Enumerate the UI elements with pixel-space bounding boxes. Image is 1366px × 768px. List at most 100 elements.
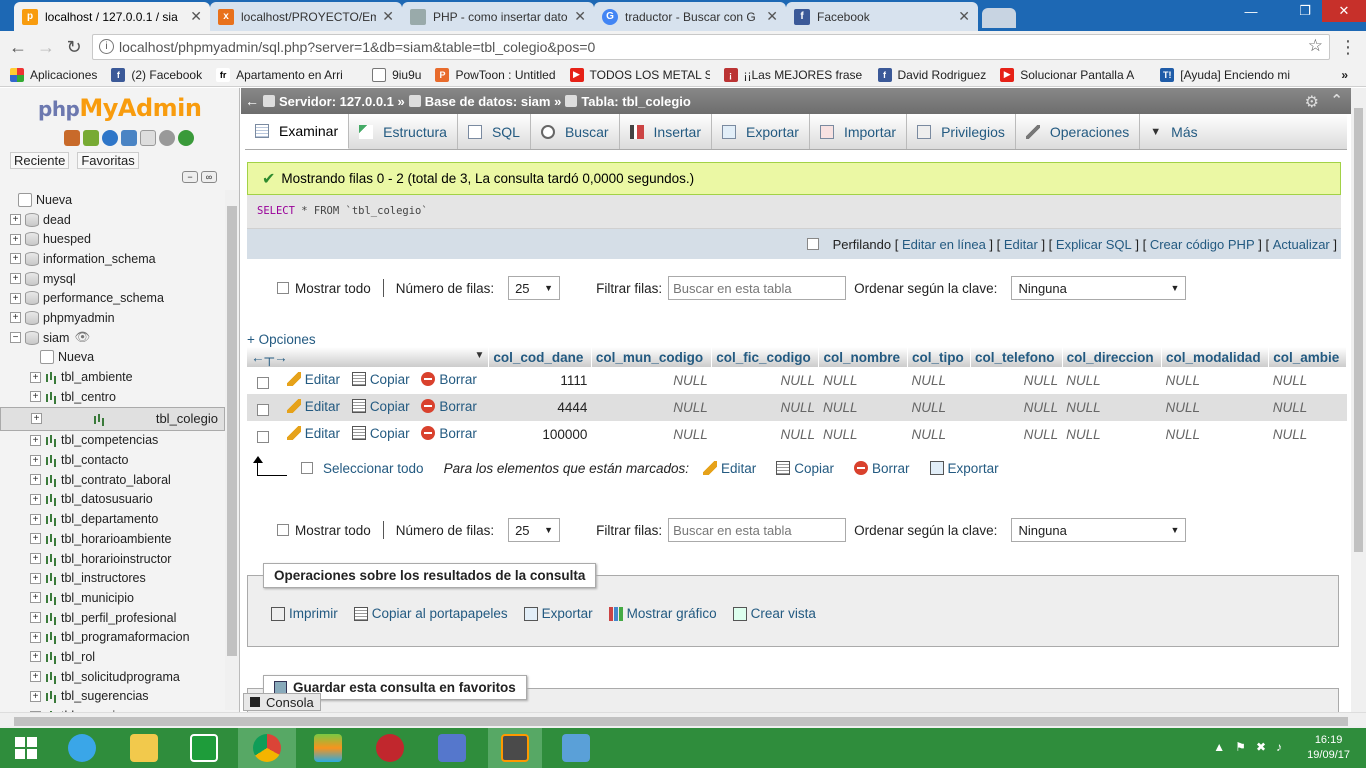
browser-tab-phpmyadmin[interactable]: p localhost / 127.0.0.1 / sia ✕ (14, 2, 210, 31)
logout-icon[interactable] (83, 130, 99, 146)
create-php-link[interactable]: Crear código PHP (1150, 237, 1255, 252)
bookmark-ayuda[interactable]: T! [Ayuda] Enciendo mi (1160, 67, 1300, 82)
taskbar-ie[interactable] (56, 728, 108, 768)
bookmark-metal[interactable]: ▶ TODOS LOS METAL S (569, 67, 710, 82)
restore-icon[interactable]: ❐ (1290, 0, 1320, 22)
show-chart-button[interactable]: Mostrar gráfico (608, 606, 717, 621)
taskbar-sublime[interactable] (488, 728, 542, 768)
flag-icon[interactable]: ⚑ (1235, 740, 1246, 754)
delete-row-button[interactable]: Borrar (421, 426, 477, 441)
table-cell[interactable]: NULL (711, 421, 819, 448)
taskbar-chrome[interactable] (238, 728, 296, 768)
tree-item-table[interactable]: + tbl_departamento (0, 509, 225, 529)
sort-select[interactable]: Ninguna ▼ (1011, 276, 1187, 300)
select-all-checkbox[interactable] (301, 462, 313, 474)
bookmark-david[interactable]: f David Rodriguez (877, 67, 986, 82)
taskbar-network[interactable] (426, 728, 478, 768)
tree-item-table-selected[interactable]: + tbl_colegio (0, 406, 225, 431)
expand-icon[interactable]: + (30, 671, 41, 683)
forward-icon[interactable]: → (36, 37, 56, 57)
tree-item-table[interactable]: + tbl_contrato_laboral (0, 470, 225, 490)
expand-icon[interactable]: + (30, 371, 41, 383)
tab-insertar[interactable]: Insertar (620, 114, 713, 149)
tree-item-table[interactable]: + tbl_perfil_profesional (0, 608, 225, 628)
back-icon[interactable]: ← (8, 37, 28, 57)
table-cell[interactable]: NULL (1268, 367, 1347, 394)
table-cell[interactable]: NULL (1062, 394, 1162, 421)
bookmark-powtoon[interactable]: P PowToon : Untitled (435, 67, 556, 82)
chevron-down-icon[interactable]: ▼ (474, 350, 484, 361)
profiling-checkbox[interactable] (806, 238, 819, 250)
filter-input[interactable]: Buscar en esta tabla (668, 276, 847, 300)
close-tab-icon[interactable]: ✕ (574, 8, 586, 25)
table-cell[interactable]: NULL (970, 394, 1063, 421)
table-cell[interactable]: NULL (907, 421, 971, 448)
expand-icon[interactable]: + (10, 233, 21, 245)
taskbar-store[interactable] (178, 728, 230, 768)
close-tab-icon[interactable]: ✕ (382, 8, 394, 25)
expand-icon[interactable]: + (10, 253, 21, 265)
expand-icon[interactable]: + (30, 474, 41, 486)
table-cell[interactable]: NULL (591, 394, 712, 421)
expand-icon[interactable]: + (30, 533, 41, 545)
expand-icon[interactable]: + (10, 292, 21, 304)
url-input[interactable]: i localhost/phpmyadmin/sql.php?server=1&… (92, 34, 1330, 60)
table-cell[interactable]: 100000 (488, 421, 592, 448)
table-cell[interactable]: 4444 (488, 394, 592, 421)
column-header[interactable]: col_mun_codigo (591, 347, 713, 367)
browser-tab-php[interactable]: PHP - como insertar dato ✕ (402, 2, 594, 31)
tree-item-table[interactable]: + tbl_rol (0, 647, 225, 667)
home-icon[interactable] (64, 130, 80, 146)
tree-item-table[interactable]: + tbl_municipio (0, 588, 225, 608)
table-cell[interactable]: NULL (818, 421, 908, 448)
info-icon[interactable]: i (99, 39, 114, 54)
tree-item-db[interactable]: + performance_schema (0, 288, 225, 308)
tree-item-table[interactable]: + tbl_instructores (0, 568, 225, 588)
expand-icon[interactable]: + (30, 513, 41, 525)
favorites-tab[interactable]: Favoritas (77, 152, 139, 169)
table-cell[interactable]: NULL (970, 367, 1063, 394)
tab-exportar[interactable]: Exportar (712, 114, 810, 149)
expand-icon[interactable]: + (30, 493, 41, 505)
column-header[interactable]: col_direccion (1062, 347, 1163, 367)
table-cell[interactable]: NULL (907, 367, 971, 394)
tree-item-table[interactable]: + tbl_competencias (0, 431, 225, 451)
expand-icon[interactable]: + (30, 553, 41, 565)
expand-icon[interactable]: + (10, 312, 21, 324)
table-cell[interactable]: 1111 (488, 367, 592, 394)
tab-importar[interactable]: Importar (810, 114, 908, 149)
bookmark-frases[interactable]: ¡ ¡¡Las MEJORES frase (723, 67, 864, 82)
tab-examinar[interactable]: Examinar (245, 114, 350, 149)
bulk-edit-button[interactable]: Editar (702, 461, 756, 476)
bookmark-apps[interactable]: Aplicaciones (10, 67, 97, 82)
column-header[interactable]: col_modalidad (1161, 347, 1270, 367)
column-toggle[interactable]: ←┬→ ▼ (247, 347, 490, 367)
close-tab-icon[interactable]: ✕ (958, 8, 970, 25)
edit-link[interactable]: Editar (1004, 237, 1038, 252)
start-button[interactable] (0, 728, 52, 768)
tab-operaciones[interactable]: Operaciones (1016, 114, 1141, 149)
copy-clipboard-button[interactable]: Copiar al portapapeles (353, 606, 508, 621)
expand-icon[interactable]: + (30, 391, 41, 403)
tab-buscar[interactable]: Buscar (531, 114, 620, 149)
table-cell[interactable]: NULL (1161, 367, 1269, 394)
gear-icon[interactable] (159, 130, 175, 146)
tree-item-table[interactable]: + tbl_horarioinstructor (0, 549, 225, 569)
tab-estructura[interactable]: Estructura (349, 114, 458, 149)
console-toggle[interactable]: Consola (243, 693, 321, 711)
tree-item-db[interactable]: + phpmyadmin (0, 308, 225, 328)
network-status-icon[interactable]: ✖ (1256, 740, 1266, 754)
edit-inline-link[interactable]: Editar en línea (902, 237, 986, 252)
explain-sql-link[interactable]: Explicar SQL (1056, 237, 1132, 252)
browser-tab-proyecto[interactable]: x localhost/PROYECTO/Em ✕ (210, 2, 402, 31)
link-icon[interactable]: ∞ (201, 171, 217, 183)
table-cell[interactable]: NULL (1161, 394, 1269, 421)
tree-item-db[interactable]: + dead (0, 210, 225, 230)
eye-icon[interactable]: 👁 (74, 330, 90, 345)
edit-row-button[interactable]: Editar (286, 426, 340, 441)
column-header[interactable]: col_fic_codigo (711, 347, 820, 367)
table-cell[interactable]: NULL (591, 367, 712, 394)
options-link[interactable]: + Opciones (247, 332, 316, 347)
expand-icon[interactable]: + (30, 690, 41, 702)
bulk-export-button[interactable]: Exportar (929, 461, 999, 476)
